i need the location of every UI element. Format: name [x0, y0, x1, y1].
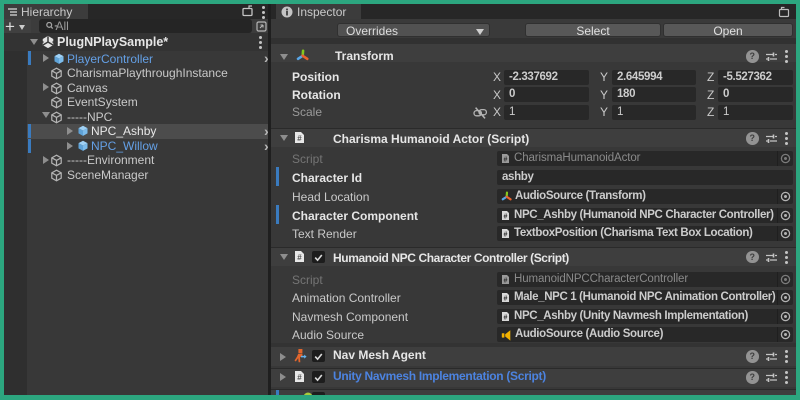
- svg-text:#: #: [504, 278, 508, 285]
- svg-text:#: #: [504, 156, 508, 163]
- svg-text:#: #: [297, 373, 302, 382]
- svg-text:#: #: [297, 134, 302, 143]
- svg-text:#: #: [297, 253, 302, 262]
- svg-text:#: #: [504, 296, 508, 303]
- svg-text:#: #: [504, 231, 508, 238]
- svg-text:#: #: [504, 213, 508, 220]
- svg-text:#: #: [504, 315, 508, 322]
